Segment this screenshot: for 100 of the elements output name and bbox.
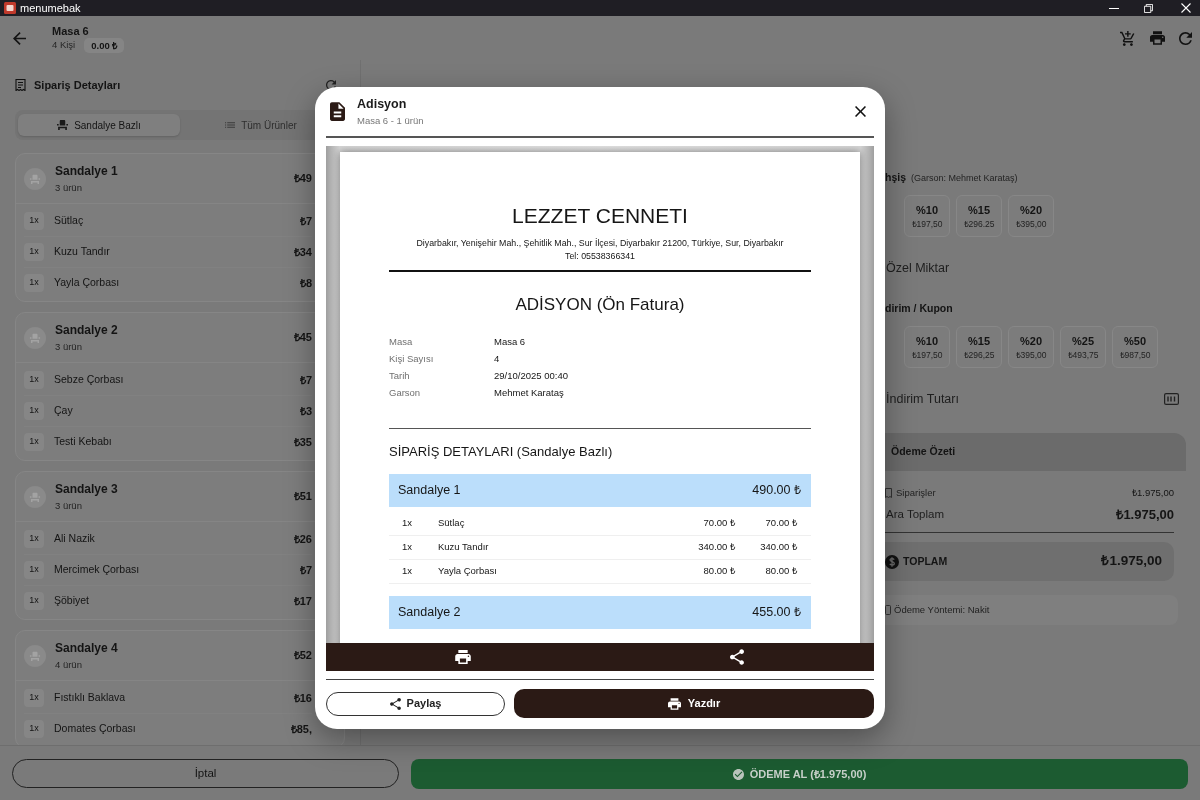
item-name: Sebze Çorbası [54,372,124,388]
business-phone: Tel: 05538366341 [564,250,636,263]
item-price: ₺16 [293,690,312,706]
payment-method-text: Ödeme Yöntemi: Nakit [894,602,990,617]
restore-icon[interactable] [1144,3,1153,13]
item-price: ₺8 [299,275,312,291]
product-name: Yayla Çorbası [438,564,497,579]
item-name: Çay [54,403,73,419]
receipt-heading: ADİSYON (Ön Fatura) [514,294,686,316]
unit-price: 340.00 ₺ [697,540,735,555]
tip-option[interactable]: %20 ₺395,00 [1008,195,1054,237]
tip-option[interactable]: %15 ₺296.25 [956,195,1002,237]
item-price: ₺7 [299,372,312,388]
item-price: ₺85, [290,721,312,737]
tip-option[interactable]: %10 ₺197,50 [904,195,950,237]
table-title: Masa 6 [52,23,90,38]
subtotal-value: ₺1.975,00 [1116,506,1174,525]
take-payment-button[interactable]: ÖDEME AL (₺1.975,00) [411,759,1188,789]
info-label: Kişi Sayısı [389,352,435,367]
guest-count: 4 Kişi [52,37,76,52]
line-total: 340.00 ₺ [759,540,797,555]
orders-value: ₺1.975,00 [1132,485,1174,500]
item-quantity: 1x [24,720,44,738]
app-logo-icon [4,2,16,14]
number-pad-icon[interactable] [1164,393,1179,405]
balance-tag: 0.00 ₺ [84,37,125,53]
discount-option[interactable]: %20 ₺395,00 [1008,326,1054,368]
view-tab[interactable]: Tüm Ürünler [180,114,342,136]
window-title: menumebak [20,1,81,16]
item-count: 4 ürün [55,657,83,671]
item-price: ₺35 [293,434,312,450]
chair-avatar-icon [24,485,46,508]
print-button[interactable]: Yazdır [514,689,874,718]
item-price: ₺3 [299,403,312,419]
view-tab[interactable]: Sandalye Bazlı [18,114,180,136]
discount-option[interactable]: %15 ₺296,25 [956,326,1002,368]
chair-icon [57,120,69,130]
item-name: Yayla Çorbası [54,275,120,291]
item-name: Sütlaç [54,213,84,229]
discount-title: dirim / Kupon [885,301,953,315]
panel-title: Sipariş Detayları [34,77,121,93]
chair-total: 455.00 ₺ [752,604,801,622]
total-value: ₺1.975,00 [1101,552,1162,571]
document-icon [330,102,345,121]
list-icon [225,122,236,128]
total-label: TOPLAM [903,553,948,569]
minimize-icon[interactable] [1109,7,1119,9]
share-button[interactable]: Paylaş [326,691,505,716]
discount-option[interactable]: %10 ₺197,50 [904,326,950,368]
unit-price: 70.00 ₺ [702,516,735,531]
item-count: 3 ürün [55,180,83,194]
item-name: Kuzu Tandır [54,244,110,260]
chair-name: Sandalye 3 [55,481,118,497]
item-price: ₺34 [293,244,312,260]
chair-total: ₺49 [293,171,312,187]
close-icon[interactable] [1181,3,1191,13]
line-total: 80.00 ₺ [764,564,797,579]
discount-amount-label: İndirim Tutarı [886,390,959,408]
quantity: 1x [402,516,414,531]
print-icon [455,650,471,664]
quantity: 1x [402,540,414,555]
chair-name: Sandalye 1 [55,163,118,179]
chair-total: 490.00 ₺ [752,482,801,500]
back-arrow-icon[interactable] [13,31,26,45]
item-quantity: 1x [24,274,44,292]
share-icon [730,649,744,665]
item-price: ₺7 [299,213,312,229]
item-count: 3 ürün [55,498,83,512]
business-address: Diyarbakır, Yenişehir Mah., Şehitlik Mah., Sur İlçesi, Diyarbakır 21200, Türkiye, Sur, Diyarbakır [415,237,785,250]
chair-avatar-icon [24,644,46,667]
custom-amount-option[interactable]: Özel Miktar [886,260,950,276]
close-icon[interactable] [855,106,866,117]
item-name: Ali Nazik [54,531,95,547]
chair-name: Sandalye 4 [55,640,118,656]
orders-icon [885,488,892,498]
waiter-note: (Garson: Mehmet Karataş) [911,172,1018,185]
info-value: 29/10/2025 00:40 [494,369,568,384]
item-price: ₺17 [293,593,312,609]
card-icon [885,605,891,615]
discount-option[interactable]: %25 ₺493,75 [1060,326,1106,368]
item-quantity: 1x [24,433,44,451]
orders-label: Siparişler [896,485,936,500]
product-name: Sütlaç [438,516,465,531]
receipt-icon [15,79,26,91]
item-quantity: 1x [24,592,44,610]
item-name: Fıstıklı Baklava [54,690,126,706]
discount-option[interactable]: %50 ₺987,50 [1112,326,1158,368]
chair-avatar-icon [24,326,46,349]
item-price: ₺7 [299,562,312,578]
print-icon[interactable] [1150,31,1165,45]
dialog-title: Adisyon [357,96,408,112]
chair-name: Sandalye 1 [398,482,461,500]
line-total: 70.00 ₺ [764,516,797,531]
print-icon [667,697,681,710]
item-quantity: 1x [24,689,44,707]
item-quantity: 1x [24,212,44,230]
section-title: SİPARİŞ DETAYLARI (Sandalye Bazlı) [389,443,614,461]
info-value: Mehmet Karataş [494,386,564,401]
add-to-cart-icon[interactable] [1120,30,1135,46]
quantity: 1x [402,564,414,579]
